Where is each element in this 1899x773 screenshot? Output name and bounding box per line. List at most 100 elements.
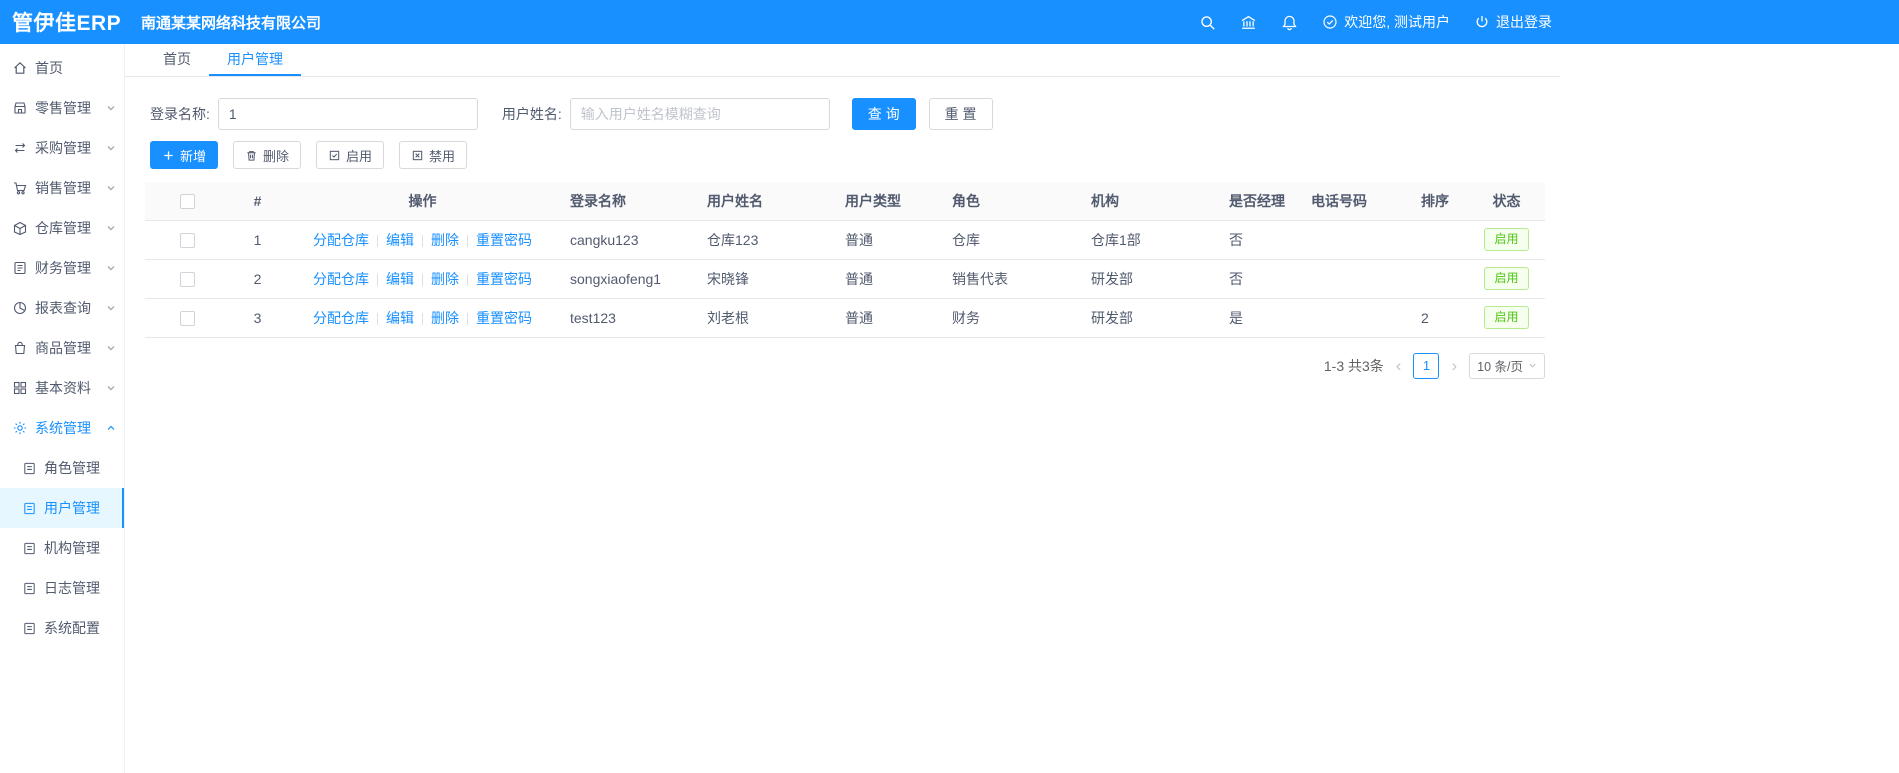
col-actions: 操作 — [285, 182, 560, 221]
sidebar-item-system[interactable]: 系统管理 — [0, 408, 124, 448]
divider — [377, 234, 378, 247]
logout-icon — [1474, 14, 1490, 30]
cell-index: 1 — [230, 220, 285, 260]
sidebar-item-purchase[interactable]: 采购管理 — [0, 128, 124, 168]
sidebar-item-label: 系统配置 — [44, 620, 100, 636]
divider — [467, 273, 468, 286]
cell-actions: 分配仓库 编辑 删除 重置密码 — [285, 298, 560, 338]
col-role: 角色 — [942, 182, 1081, 221]
sidebar-subitem-orgs[interactable]: 机构管理 — [0, 528, 124, 568]
chevron-down-icon — [106, 263, 116, 273]
pagination: 1-3 共3条 ‹ 1 › 10 条/页 — [145, 352, 1545, 379]
tab-user-management[interactable]: 用户管理 — [209, 44, 301, 76]
reset-password-link[interactable]: 重置密码 — [476, 232, 532, 248]
select-all-checkbox[interactable] — [180, 194, 195, 210]
reset-password-link[interactable]: 重置密码 — [476, 310, 532, 326]
user-circle-icon — [1322, 14, 1338, 30]
sidebar-item-basic-data[interactable]: 基本资料 — [0, 368, 124, 408]
org-management-icon — [22, 541, 37, 556]
sidebar-item-products[interactable]: 商品管理 — [0, 328, 124, 368]
sidebar-item-sales[interactable]: 销售管理 — [0, 168, 124, 208]
sidebar-subitem-logs[interactable]: 日志管理 — [0, 568, 124, 608]
sidebar-item-label: 财务管理 — [35, 260, 91, 276]
chevron-down-icon — [106, 143, 116, 153]
cell-user-name: 仓库123 — [697, 220, 835, 260]
search-icon[interactable] — [1199, 14, 1216, 31]
page-size-label: 10 条/页 — [1477, 360, 1523, 374]
sidebar-item-retail[interactable]: 零售管理 — [0, 88, 124, 128]
cell-org: 仓库1部 — [1081, 220, 1219, 260]
prev-page-icon[interactable]: ‹ — [1393, 357, 1405, 374]
plus-icon — [162, 149, 175, 162]
edit-link[interactable]: 编辑 — [386, 232, 414, 248]
chevron-down-icon — [106, 383, 116, 393]
delete-link[interactable]: 删除 — [431, 271, 459, 287]
query-button[interactable]: 查 询 — [851, 98, 916, 130]
sidebar-item-label: 报表查询 — [35, 300, 91, 316]
disable-button-label: 禁用 — [429, 148, 456, 164]
col-user-type: 用户类型 — [835, 182, 942, 221]
cell-is-manager: 否 — [1219, 259, 1301, 299]
row-checkbox[interactable] — [180, 232, 195, 248]
status-badge: 启用 — [1484, 306, 1529, 329]
role-management-icon — [22, 461, 37, 476]
edit-link[interactable]: 编辑 — [386, 310, 414, 326]
disable-button[interactable]: 禁用 — [399, 141, 468, 169]
tab-home[interactable]: 首页 — [145, 44, 209, 76]
cell-user-type: 普通 — [835, 259, 942, 299]
page-size-select[interactable]: 10 条/页 — [1469, 352, 1545, 379]
sidebar-subitem-roles[interactable]: 角色管理 — [0, 448, 124, 488]
col-org: 机构 — [1081, 182, 1219, 221]
delete-link[interactable]: 删除 — [431, 310, 459, 326]
delete-link[interactable]: 删除 — [431, 232, 459, 248]
chevron-down-icon — [106, 223, 116, 233]
sidebar-item-label: 基本资料 — [35, 380, 91, 396]
sidebar-item-warehouse[interactable]: 仓库管理 — [0, 208, 124, 248]
chevron-down-icon — [106, 183, 116, 193]
topbar: 管伊佳ERP 南通某某网络科技有限公司 欢迎您, 测试用户 退出登录 — [0, 0, 1899, 44]
table-row: 3 分配仓库 编辑 删除 重置密码 test123 刘老根 普通 财务 研发部 是 2 — [145, 298, 1545, 338]
add-button[interactable]: 新增 — [150, 141, 219, 169]
sidebar-item-reports[interactable]: 报表查询 — [0, 288, 124, 328]
divider — [422, 312, 423, 325]
sidebar-item-label: 仓库管理 — [35, 220, 91, 236]
bell-icon[interactable] — [1281, 14, 1298, 31]
row-checkbox[interactable] — [180, 271, 195, 287]
cell-role: 财务 — [942, 298, 1081, 338]
home-portal-icon[interactable] — [1240, 14, 1257, 31]
sidebar-item-label: 日志管理 — [44, 580, 100, 596]
product-bag-icon — [12, 340, 28, 356]
edit-link[interactable]: 编辑 — [386, 271, 414, 287]
delete-button[interactable]: 删除 — [233, 141, 302, 169]
next-page-icon[interactable]: › — [1448, 357, 1460, 374]
page-number[interactable]: 1 — [1413, 352, 1440, 379]
sidebar-item-label: 商品管理 — [35, 340, 91, 356]
sidebar-item-home[interactable]: 首页 — [0, 48, 124, 88]
assign-warehouse-link[interactable]: 分配仓库 — [313, 232, 369, 248]
reset-password-link[interactable]: 重置密码 — [476, 271, 532, 287]
reset-button[interactable]: 重 置 — [928, 98, 993, 130]
welcome-user[interactable]: 欢迎您, 测试用户 — [1322, 12, 1450, 32]
sidebar-subitem-config[interactable]: 系统配置 — [0, 608, 124, 648]
sidebar-subitem-users[interactable]: 用户管理 — [0, 488, 124, 528]
table-header-row: # 操作 登录名称 用户姓名 用户类型 角色 机构 是否经理 电话号码 排序 状… — [145, 182, 1545, 221]
sidebar-item-finance[interactable]: 财务管理 — [0, 248, 124, 288]
login-name-input[interactable] — [217, 98, 478, 130]
cell-role: 销售代表 — [942, 259, 1081, 299]
cell-user-type: 普通 — [835, 220, 942, 260]
home-icon — [12, 60, 28, 76]
enable-button[interactable]: 启用 — [316, 141, 385, 169]
user-name-label: 用户姓名: — [501, 106, 562, 122]
logout-button[interactable]: 退出登录 — [1474, 12, 1552, 32]
assign-warehouse-link[interactable]: 分配仓库 — [313, 310, 369, 326]
sales-cart-icon — [12, 180, 28, 196]
assign-warehouse-link[interactable]: 分配仓库 — [313, 271, 369, 287]
user-table: # 操作 登录名称 用户姓名 用户类型 角色 机构 是否经理 电话号码 排序 状… — [145, 182, 1545, 338]
status-badge: 启用 — [1484, 228, 1529, 251]
user-name-input[interactable] — [569, 98, 830, 130]
chevron-down-icon — [106, 343, 116, 353]
cell-org: 研发部 — [1081, 259, 1219, 299]
chevron-down-icon — [1528, 361, 1537, 370]
user-management-icon — [22, 501, 37, 516]
row-checkbox[interactable] — [180, 310, 195, 326]
